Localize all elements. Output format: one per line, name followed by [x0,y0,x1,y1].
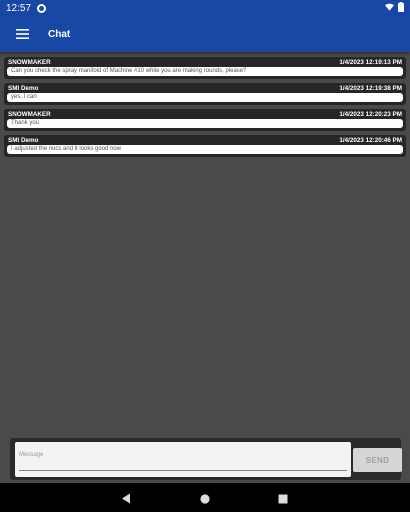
chat-message: SNOWMAKER 1/4/2023 12:20:23 PM Thank you [4,109,406,131]
message-timestamp: 1/4/2023 12:20:46 PM [339,137,402,144]
message-timestamp: 1/4/2023 12:20:23 PM [339,111,402,118]
recents-icon[interactable] [278,491,288,509]
message-text: Can you check the spray manifold of Mach… [7,67,403,76]
message-input-placeholder: Message [19,452,44,458]
battery-icon [398,1,404,15]
system-nav-bar [0,483,410,512]
status-bar: 12:57 [0,0,410,16]
message-sender: SNOWMAKER [8,59,51,66]
hamburger-menu-icon[interactable] [0,16,44,52]
status-time: 12:57 [6,2,32,14]
message-timestamp: 1/4/2023 12:19:38 PM [339,85,402,92]
message-sender: SNOWMAKER [8,111,51,118]
message-text: I adjusted the nucs and it looks good no… [7,145,403,154]
message-input[interactable]: Message [15,442,351,477]
message-text: yes, I can [7,93,403,102]
chat-message: SMI Demo 1/4/2023 12:19:38 PM yes, I can [4,83,406,105]
page-title: Chat [48,28,71,40]
back-icon[interactable] [121,491,131,509]
chat-message-list[interactable]: SNOWMAKER 1/4/2023 12:19:13 PM Can you c… [4,57,406,161]
input-underline [19,470,347,471]
notification-icon [37,3,47,13]
chat-message: SMI Demo 1/4/2023 12:20:46 PM I adjusted… [4,135,406,157]
compose-bar: Message SEND [10,438,402,480]
wifi-icon [385,3,394,14]
message-text: Thank you [7,119,403,128]
home-icon[interactable] [200,491,210,509]
send-button[interactable]: SEND [353,448,402,472]
app-bar: Chat [0,16,410,52]
message-sender: SMI Demo [8,137,39,144]
message-sender: SMI Demo [8,85,39,92]
chat-message: SNOWMAKER 1/4/2023 12:19:13 PM Can you c… [4,57,406,79]
message-timestamp: 1/4/2023 12:19:13 PM [339,59,402,66]
